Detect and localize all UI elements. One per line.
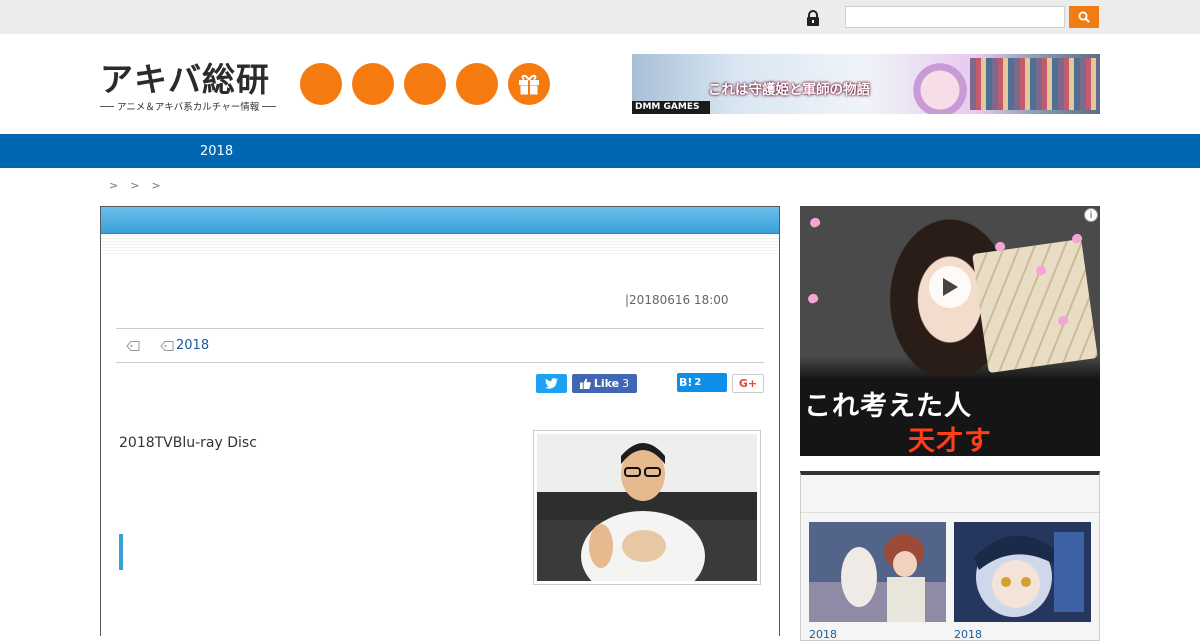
article-photo-image (537, 434, 757, 581)
banner-brand: DMM GAMES (632, 101, 710, 114)
sidebar-video-ad[interactable]: これ考えた人 天才すぎ・・・ i (800, 206, 1100, 456)
gift-icon[interactable] (508, 63, 550, 105)
breadcrumb-separator: > (109, 179, 119, 192)
sidebar-thumbnail[interactable] (954, 522, 1091, 622)
thumbs-up-icon (579, 378, 591, 389)
sidebar-box-title (801, 475, 1099, 513)
section-heading-marker (119, 534, 123, 570)
google-plus-button[interactable]: G+ (732, 374, 764, 393)
tag-link[interactable]: 2018 (160, 338, 209, 353)
heart-icon (808, 216, 822, 229)
site-header: アキバ総研 アニメ＆アキバ系カルチャー情報 これは守護姫と軍師の物語 DMM G… (0, 34, 1200, 134)
facebook-like-button[interactable]: Like 3 (572, 374, 637, 393)
tag-link-label: 2018 (176, 338, 210, 353)
facebook-like-count: 3 (622, 377, 630, 390)
tag-row: 2018 (126, 338, 209, 353)
search-button[interactable] (1069, 6, 1099, 28)
google-plus-icon: G+ (738, 377, 758, 390)
divider (116, 328, 764, 329)
hatena-bookmark-button[interactable]: B! 2 (677, 373, 727, 392)
ad-info-icon[interactable]: i (1084, 208, 1098, 222)
breadcrumb-separator: > (130, 179, 140, 192)
circle-icon[interactable] (404, 63, 446, 105)
nav-item-2018[interactable]: 2018 (200, 144, 233, 159)
search-icon (1078, 11, 1090, 23)
top-banner-ad[interactable]: これは守護姫と軍師の物語 DMM GAMES (632, 54, 1100, 114)
divider (116, 362, 764, 363)
search-input[interactable] (845, 6, 1065, 28)
article-panel: |20180616 18:00 2018 Like 3 B! 2 G+ 2018… (100, 206, 780, 636)
ad-caption-line2: 天才すぎ・・・ (908, 426, 992, 456)
hatena-count: 2 (694, 377, 702, 388)
breadcrumb: > > > (109, 179, 161, 192)
article-lead-text: 2018TVBlu-ray Disc (119, 435, 257, 451)
logo-tagline: アニメ＆アキバ系カルチャー情報 (100, 99, 282, 113)
top-bar (0, 0, 1200, 34)
tag-icon (126, 340, 140, 351)
circle-icon[interactable] (456, 63, 498, 105)
twitter-icon (545, 378, 558, 389)
ad-banknotes (972, 238, 1098, 374)
banner-character (908, 54, 972, 114)
twitter-share-button[interactable] (536, 374, 567, 393)
article-photo[interactable] (533, 430, 761, 585)
banner-scene (970, 58, 1096, 110)
main-nav: 2018 (0, 134, 1200, 168)
facebook-like-label: Like (593, 377, 620, 390)
circle-icon[interactable] (300, 63, 342, 105)
lock-icon[interactable] (806, 10, 820, 26)
circle-icon[interactable] (352, 63, 394, 105)
logo-main-text: アキバ総研 (100, 60, 270, 99)
breadcrumb-separator: > (151, 179, 161, 192)
article-date: |20180616 18:00 (625, 293, 729, 307)
tag-icon (160, 340, 174, 351)
sidebar-thumbnail[interactable] (809, 522, 946, 622)
play-icon[interactable] (929, 266, 971, 308)
header-icon-group (300, 63, 550, 105)
heart-icon (806, 292, 820, 305)
sidebar-ranking-box: 2018 2018 (800, 471, 1100, 641)
article-title-bar (101, 207, 779, 234)
hatena-icon: B! (679, 376, 693, 389)
ad-caption-line1: これ考えた人 (804, 391, 972, 422)
banner-title: これは守護姫と軍師の物語 (708, 82, 870, 98)
site-logo[interactable]: アキバ総研 アニメ＆アキバ系カルチャー情報 (100, 60, 282, 113)
article-title-shadow (101, 234, 779, 254)
